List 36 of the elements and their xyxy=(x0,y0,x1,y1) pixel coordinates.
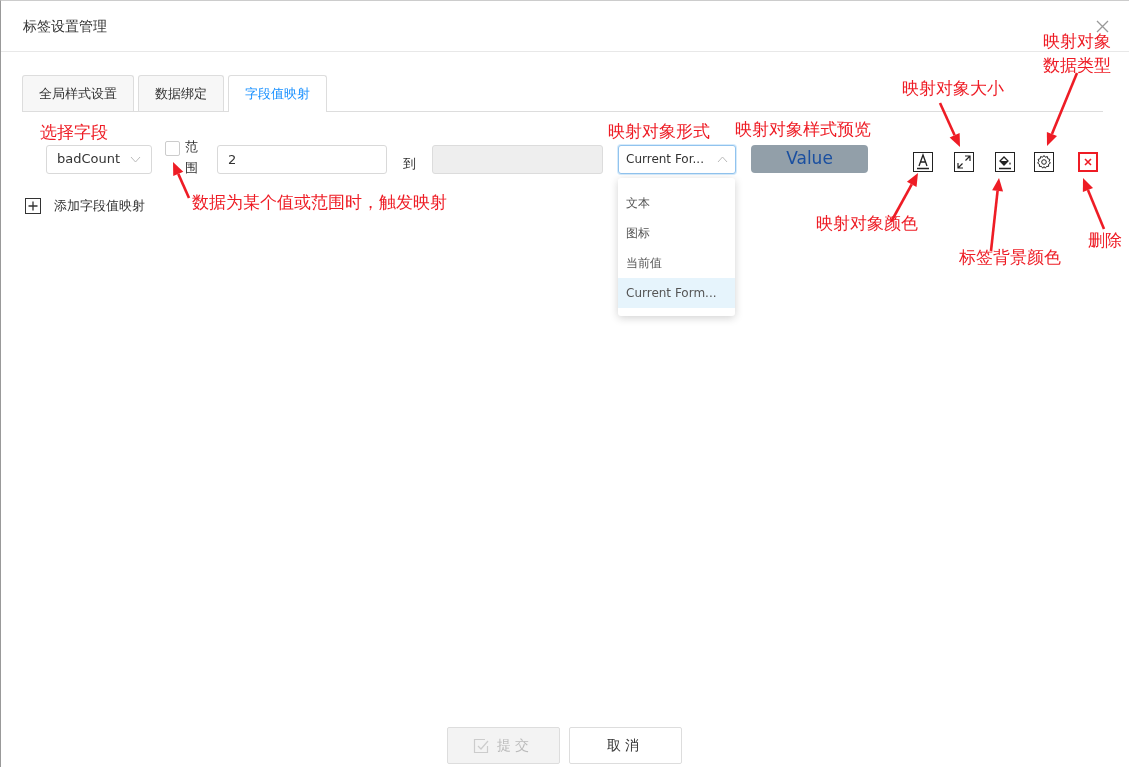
dropdown-option[interactable]: 当前值 xyxy=(618,247,735,278)
check-icon xyxy=(473,737,489,754)
annotation-label: 映射对象样式预览 xyxy=(735,118,871,141)
from-input[interactable]: 2 xyxy=(217,144,387,174)
annotation-label: 映射对象颜色 xyxy=(816,212,918,235)
annotation-label: 删除 xyxy=(1088,229,1122,252)
expand-icon[interactable] xyxy=(954,152,974,172)
annotation-label: 选择字段 xyxy=(40,121,108,144)
tab[interactable]: 全局样式设置 xyxy=(22,75,134,111)
annotation-label: 标签背景颜色 xyxy=(959,246,1061,269)
to-label: 到 xyxy=(403,155,416,174)
range-checkbox[interactable] xyxy=(165,141,180,156)
dropdown-option[interactable]: Current Form... xyxy=(618,277,735,308)
annotation-label: 映射对象大小 xyxy=(902,77,1004,100)
dropdown-option[interactable]: 图标 xyxy=(618,217,735,248)
font-color-icon[interactable] xyxy=(913,152,933,172)
tab[interactable]: 数据绑定 xyxy=(138,75,224,111)
plus-icon[interactable] xyxy=(25,197,41,214)
annotation-label: 映射对象数据类型 xyxy=(1043,30,1112,77)
form-select[interactable]: Current For... xyxy=(618,144,736,174)
gear-icon[interactable] xyxy=(1034,152,1054,172)
annotation-label: 数据为某个值或范围时，触发映射 xyxy=(192,191,447,214)
field-select[interactable]: badCount xyxy=(46,144,152,174)
cancel-button[interactable]: 取消 xyxy=(568,727,682,764)
paint-bucket-icon[interactable] xyxy=(995,152,1015,172)
chevron-up-icon xyxy=(717,155,728,163)
add-mapping-link[interactable]: 添加字段值映射 xyxy=(54,196,145,216)
annotation-label: 映射对象形式 xyxy=(608,120,710,143)
chevron-down-icon xyxy=(130,155,141,163)
range-label: 范围 xyxy=(185,137,198,177)
delete-icon[interactable] xyxy=(1078,152,1098,172)
arrow xyxy=(1082,178,1106,230)
dropdown-option[interactable]: 文本 xyxy=(618,187,735,218)
dialog-title: 标签设置管理 xyxy=(23,16,107,36)
close-icon[interactable] xyxy=(1096,19,1109,33)
arrow xyxy=(938,102,960,147)
